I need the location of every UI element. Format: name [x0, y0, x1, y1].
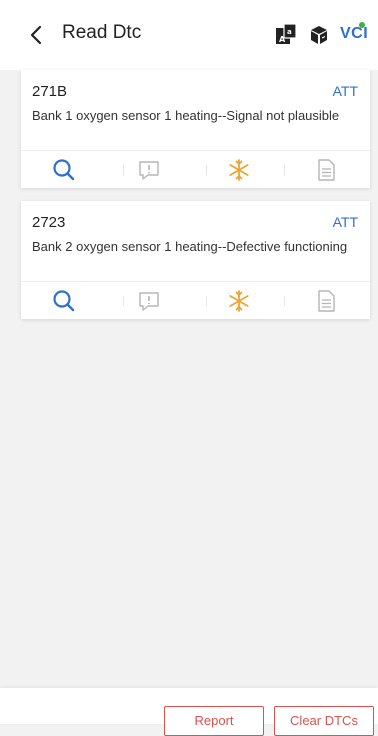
- back-chevron-icon[interactable]: [26, 24, 48, 46]
- action-separator: [123, 296, 124, 306]
- vci-connected-dot: [359, 22, 365, 28]
- svg-text:a: a: [287, 28, 292, 36]
- dtc-card: 2723 ATT Bank 2 oxygen sensor 1 heating-…: [21, 201, 370, 319]
- action-separator: [284, 296, 285, 306]
- language-icon[interactable]: A a: [276, 24, 296, 46]
- page-title: Read Dtc: [62, 22, 142, 43]
- dtc-status: ATT: [332, 214, 358, 230]
- document-icon[interactable]: [314, 289, 338, 313]
- app-header: Read Dtc A a VCI: [0, 0, 378, 70]
- help-message-icon[interactable]: [137, 289, 161, 313]
- report-button[interactable]: Report: [164, 706, 264, 736]
- action-separator: [123, 165, 124, 175]
- dtc-description: Bank 2 oxygen sensor 1 heating--Defectiv…: [32, 239, 348, 254]
- dtc-status: ATT: [332, 83, 358, 99]
- dtc-actions: [21, 151, 370, 188]
- svg-text:A: A: [279, 35, 286, 44]
- help-message-icon[interactable]: [137, 158, 161, 182]
- action-separator: [206, 165, 207, 175]
- action-separator: [284, 165, 285, 175]
- search-icon[interactable]: [52, 158, 76, 182]
- dtc-description: Bank 1 oxygen sensor 1 heating--Signal n…: [32, 108, 340, 123]
- clear-dtcs-button[interactable]: Clear DTCs: [274, 706, 374, 736]
- document-icon[interactable]: [314, 158, 338, 182]
- freeze-frame-icon[interactable]: [227, 158, 251, 182]
- dtc-actions: [21, 282, 370, 319]
- dtc-code: 271B: [32, 83, 68, 100]
- dtc-code: 2723: [32, 214, 66, 231]
- freeze-frame-icon[interactable]: [227, 289, 251, 313]
- action-separator: [206, 296, 207, 306]
- footer-bar: Report Clear DTCs: [0, 688, 378, 736]
- vci-status-icon[interactable]: VCI: [340, 25, 368, 43]
- package-icon[interactable]: [309, 24, 329, 46]
- dtc-card: 271B ATT Bank 1 oxygen sensor 1 heating-…: [21, 70, 370, 188]
- search-icon[interactable]: [52, 289, 76, 313]
